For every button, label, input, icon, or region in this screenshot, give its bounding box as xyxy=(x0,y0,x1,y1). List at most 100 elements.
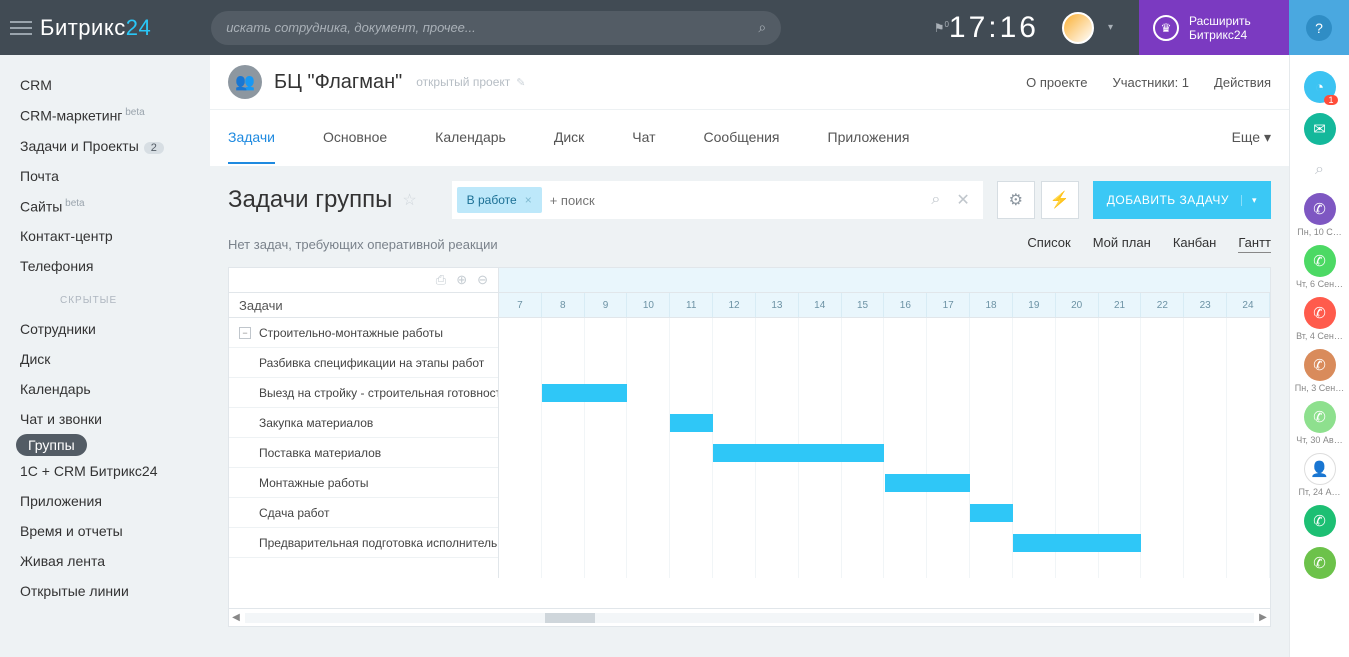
sidebar-item[interactable]: Календарь xyxy=(20,374,210,404)
settings-button[interactable]: ⚙ xyxy=(997,181,1035,219)
add-task-dropdown-icon[interactable]: ▾ xyxy=(1241,195,1257,206)
automation-button[interactable]: ⚡ xyxy=(1041,181,1079,219)
tab[interactable]: Задачи xyxy=(228,112,275,164)
rail-item[interactable]: ✆ xyxy=(1304,297,1336,329)
filter-input[interactable] xyxy=(550,193,924,208)
rail-item[interactable]: ✆ xyxy=(1304,193,1336,225)
add-task-button[interactable]: ДОБАВИТЬ ЗАДАЧУ▾ xyxy=(1093,181,1271,219)
favorite-icon[interactable]: ☆ xyxy=(402,190,416,210)
gantt-tools: ⎙ ⊕ ⊖ xyxy=(229,268,499,292)
gantt-bar[interactable] xyxy=(885,474,971,492)
print-icon[interactable]: ⎙ xyxy=(436,272,446,288)
sidebar-item[interactable]: Сотрудники xyxy=(20,314,210,344)
tab[interactable]: Диск xyxy=(554,112,584,164)
search-icon[interactable]: ⌕ xyxy=(758,19,766,36)
tab[interactable]: Чат xyxy=(632,112,655,164)
rail-item[interactable]: ◔1 xyxy=(1304,71,1336,103)
scroll-track[interactable] xyxy=(245,613,1254,623)
sidebar-item[interactable]: Сайты beta xyxy=(20,191,210,222)
collapse-icon[interactable]: − xyxy=(239,327,251,339)
sidebar-item[interactable]: Диск xyxy=(20,344,210,374)
task-toolbar: Задачи группы ☆ В работе × ⌕ ✕ ⚙ ⚡ ДОБАВИ… xyxy=(210,166,1289,229)
gantt-task-row[interactable]: Предварительная подготовка исполнительно… xyxy=(229,528,498,558)
view-option[interactable]: Гантт xyxy=(1238,235,1271,253)
about-link[interactable]: О проекте xyxy=(1026,75,1087,90)
sidebar-item[interactable]: CRM xyxy=(20,70,210,100)
sidebar-item[interactable]: Открытые линии xyxy=(20,576,210,606)
view-option[interactable]: Мой план xyxy=(1093,235,1151,253)
gantt-task-row[interactable]: Монтажные работы xyxy=(229,468,498,498)
zoom-in-icon[interactable]: ⊕ xyxy=(456,272,467,288)
scroll-right-icon[interactable]: ▶ xyxy=(1256,612,1270,623)
menu-toggle-icon[interactable] xyxy=(10,17,32,39)
page-title: Задачи группы xyxy=(228,186,392,214)
help-button[interactable]: ? xyxy=(1289,0,1349,55)
rail-item[interactable]: ✆ xyxy=(1304,547,1336,579)
global-search[interactable]: ⌕ xyxy=(211,11,781,45)
sidebar-item[interactable]: Время и отчеты xyxy=(20,516,210,546)
rail-item[interactable]: ✆ xyxy=(1304,401,1336,433)
notifications-icon[interactable]: ⚑0 xyxy=(934,20,949,35)
gantt-bar[interactable] xyxy=(1013,534,1141,552)
gantt-task-row[interactable]: −Строительно-монтажные работы xyxy=(229,318,498,348)
sidebar-item[interactable]: Чат и звонки xyxy=(20,404,210,434)
tab[interactable]: Основное xyxy=(323,112,387,164)
sidebar-item[interactable]: Группы xyxy=(16,434,87,456)
logo[interactable]: Битрикс24 xyxy=(40,15,151,41)
sidebar-item[interactable]: Задачи и Проекты2 xyxy=(20,131,210,161)
gantt-task-row[interactable]: Выезд на стройку - строительная готовнос… xyxy=(229,378,498,408)
sidebar-item[interactable]: CRM-маркетинг beta xyxy=(20,100,210,131)
rail-item[interactable]: ✆ xyxy=(1304,245,1336,277)
chip-close-icon[interactable]: × xyxy=(525,193,532,207)
gantt-day: 15 xyxy=(842,293,885,317)
filter-chip[interactable]: В работе × xyxy=(457,187,542,213)
gantt-task-row[interactable]: Сдача работ xyxy=(229,498,498,528)
filter-box[interactable]: В работе × ⌕ ✕ xyxy=(452,181,983,219)
chevron-down-icon[interactable]: ▾ xyxy=(1108,22,1113,33)
rail-item[interactable]: ✆ xyxy=(1304,349,1336,381)
rail-item[interactable]: ✆ xyxy=(1304,505,1336,537)
scroll-left-icon[interactable]: ◀ xyxy=(229,612,243,623)
sidebar-item[interactable]: Почта xyxy=(20,161,210,191)
gantt-bar[interactable] xyxy=(670,414,713,432)
rail-item[interactable]: ✉ xyxy=(1304,113,1336,145)
filter-clear-icon[interactable]: ✕ xyxy=(956,190,969,210)
rail-search-icon[interactable]: ⌕ xyxy=(1290,161,1349,179)
view-option[interactable]: Канбан xyxy=(1173,235,1217,253)
zoom-out-icon[interactable]: ⊖ xyxy=(477,272,488,288)
tab[interactable]: Календарь xyxy=(435,112,506,164)
user-avatar[interactable] xyxy=(1062,12,1094,44)
sidebar-item[interactable]: Телефония xyxy=(20,251,210,281)
filter-search-icon[interactable]: ⌕ xyxy=(931,191,940,209)
status-message: Нет задач, требующих оперативной реакции xyxy=(228,237,498,252)
sidebar-item[interactable]: Контакт-центр xyxy=(20,221,210,251)
help-icon: ? xyxy=(1306,15,1332,41)
rail-item[interactable]: 👤 xyxy=(1304,453,1336,485)
filter-chip-label: В работе xyxy=(467,193,517,207)
gantt-bar[interactable] xyxy=(970,504,1013,522)
members-link[interactable]: Участники: 1 xyxy=(1112,75,1189,90)
gantt-bar[interactable] xyxy=(542,384,628,402)
sidebar-item[interactable]: Живая лента xyxy=(20,546,210,576)
gantt-task-row[interactable]: Закупка материалов xyxy=(229,408,498,438)
gantt-task-row[interactable]: Поставка материалов xyxy=(229,438,498,468)
gantt-bar[interactable] xyxy=(713,444,884,462)
gantt-scrollbar[interactable]: ◀ ▶ xyxy=(229,608,1270,626)
edit-icon[interactable]: ✎ xyxy=(516,76,525,89)
gantt-day: 20 xyxy=(1056,293,1099,317)
gantt-task-header: Задачи xyxy=(229,293,499,317)
clock: 17:16 xyxy=(949,11,1039,45)
actions-link[interactable]: Действия xyxy=(1214,75,1271,90)
sidebar-item[interactable]: Приложения xyxy=(20,486,210,516)
sidebar-item[interactable]: 1С + CRM Битрикс24 xyxy=(20,456,210,486)
gantt-task-row[interactable]: Разбивка спецификации на этапы работ xyxy=(229,348,498,378)
view-option[interactable]: Список xyxy=(1027,235,1070,253)
gantt-task-label: Выезд на стройку - строительная готовнос… xyxy=(259,386,498,400)
search-input[interactable] xyxy=(226,20,758,35)
right-rail: ◔1✉⌕✆Пн, 10 С…✆Чт, 6 Сен…✆Вт, 4 Сен…✆Пн,… xyxy=(1289,55,1349,657)
upgrade-button[interactable]: ♛ РасширитьБитрикс24 xyxy=(1139,0,1289,55)
tab[interactable]: Приложения xyxy=(828,112,910,164)
tab[interactable]: Сообщения xyxy=(704,112,780,164)
tabs-more[interactable]: Еще ▾ xyxy=(1232,129,1271,146)
scroll-thumb[interactable] xyxy=(545,613,595,623)
